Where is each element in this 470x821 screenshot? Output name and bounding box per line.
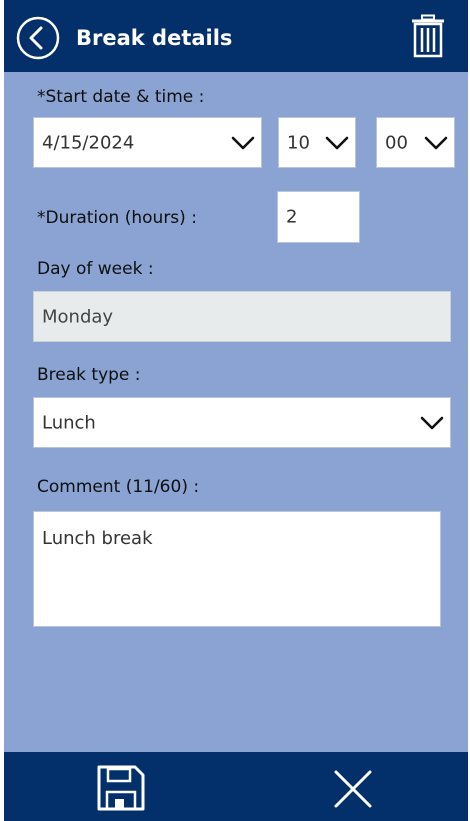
- page-title: Break details: [76, 26, 233, 50]
- back-button[interactable]: [16, 16, 60, 60]
- delete-button[interactable]: [411, 14, 445, 58]
- day-of-week-value: Monday: [42, 306, 114, 327]
- break-type-label: Break type :: [37, 365, 141, 385]
- comment-textarea[interactable]: Lunch break: [33, 511, 441, 627]
- start-hour-value: 10: [287, 132, 310, 153]
- break-details-screen: Break details *Start date & time : 4/15/…: [0, 0, 470, 821]
- floppy-disk-icon: [97, 765, 145, 811]
- duration-input[interactable]: 2: [277, 191, 360, 243]
- close-button[interactable]: [333, 769, 373, 809]
- chevron-down-icon: [420, 416, 444, 429]
- start-date-picker[interactable]: 4/15/2024: [33, 117, 262, 168]
- chevron-down-icon: [231, 136, 255, 149]
- day-of-week-field: Monday: [33, 291, 451, 342]
- start-hour-dropdown[interactable]: 10: [278, 117, 356, 168]
- header-bar: [4, 0, 468, 72]
- duration-value: 2: [286, 206, 298, 228]
- chevron-down-icon: [325, 136, 349, 149]
- break-type-value: Lunch: [42, 412, 96, 433]
- day-of-week-label: Day of week :: [37, 259, 154, 279]
- break-type-dropdown[interactable]: Lunch: [33, 397, 451, 448]
- save-button[interactable]: [97, 765, 145, 811]
- footer-bar: [4, 752, 468, 821]
- trash-icon: [412, 14, 444, 58]
- chevron-down-icon: [424, 136, 448, 149]
- close-icon: [334, 770, 372, 808]
- start-date-time-label: *Start date & time :: [37, 87, 205, 107]
- duration-label: *Duration (hours) :: [37, 208, 197, 228]
- start-minute-dropdown[interactable]: 00: [376, 117, 455, 168]
- start-minute-value: 00: [385, 132, 408, 153]
- chevron-left-circle-icon: [16, 16, 60, 60]
- start-date-value: 4/15/2024: [42, 132, 135, 153]
- comment-value: Lunch break: [42, 528, 153, 549]
- comment-label: Comment (11/60) :: [37, 477, 200, 497]
